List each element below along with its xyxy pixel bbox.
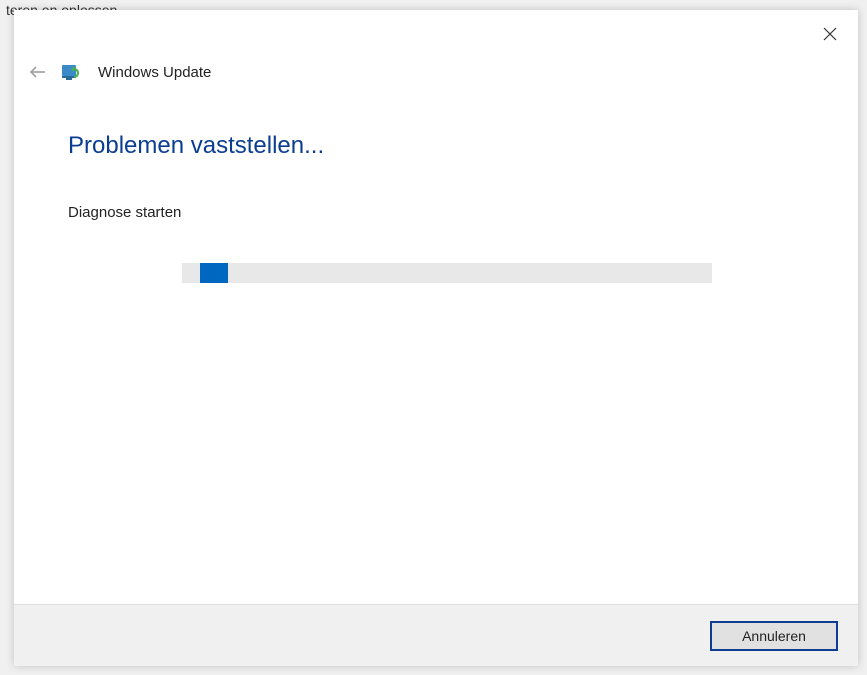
progress-indicator bbox=[200, 263, 228, 283]
back-button[interactable] bbox=[28, 62, 48, 82]
dialog-content: Problemen vaststellen... Diagnose starte… bbox=[14, 82, 858, 604]
status-text: Diagnose starten bbox=[68, 204, 800, 221]
troubleshooter-dialog: Windows Update Problemen vaststellen... … bbox=[14, 10, 858, 666]
close-button[interactable] bbox=[814, 18, 846, 50]
progress-bar bbox=[182, 263, 712, 283]
arrow-left-icon bbox=[29, 65, 47, 79]
cancel-button[interactable]: Annuleren bbox=[710, 621, 838, 651]
main-heading: Problemen vaststellen... bbox=[68, 132, 800, 160]
close-icon bbox=[823, 27, 837, 41]
windows-update-icon bbox=[62, 63, 84, 81]
dialog-header: Windows Update bbox=[14, 10, 858, 82]
dialog-footer: Annuleren bbox=[14, 604, 858, 666]
dialog-title: Windows Update bbox=[98, 64, 211, 81]
